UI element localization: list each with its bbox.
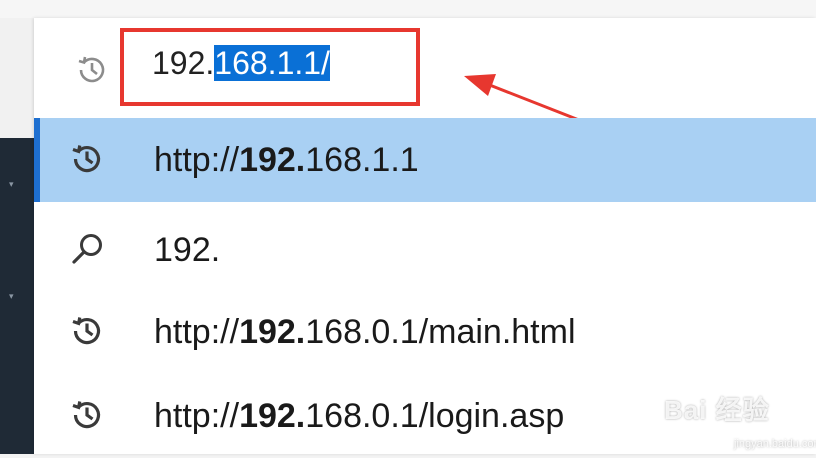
search-icon: [68, 230, 106, 273]
suggestion-text-prefix: http://: [154, 141, 240, 179]
suggestion-item[interactable]: 192.: [34, 208, 816, 292]
suggestion-text-rest: 168.1.1: [305, 141, 419, 179]
history-icon: [74, 52, 110, 93]
suggestion-text-rest: 192.: [154, 231, 221, 269]
chevron-down-icon[interactable]: ▾: [9, 292, 17, 301]
suggestion-text-prefix: http://: [154, 397, 240, 435]
suggestion-text: http://192.168.0.1/main.html: [154, 312, 576, 352]
suggestion-item[interactable]: http://192.168.1.1: [34, 118, 816, 202]
history-icon: [68, 312, 106, 355]
browser-side-panel-dark: ▾ ▾: [0, 138, 34, 454]
suggestion-text: http://192.168.0.1/login.asp: [154, 396, 564, 436]
suggestion-text-match: 192.: [239, 141, 306, 179]
suggestion-text-match: 192.: [239, 313, 306, 351]
suggestion-text: 192.: [154, 230, 220, 270]
suggestion-text-rest: 168.0.1/login.asp: [305, 397, 565, 435]
history-icon: [68, 396, 106, 439]
address-bar[interactable]: 192.168.1.1/: [34, 18, 816, 142]
suggestion-item[interactable]: http://192.168.0.1/main.html: [34, 290, 816, 374]
suggestion-text-prefix: http://: [154, 313, 240, 351]
address-suggestion-dropdown: 192.168.1.1/ http://192.168.1.1 192. http:…: [34, 18, 816, 454]
chevron-down-icon[interactable]: ▾: [9, 180, 17, 189]
history-icon: [68, 140, 106, 183]
browser-side-panel: [0, 18, 34, 138]
suggestion-text: http://192.168.1.1: [154, 140, 419, 180]
watermark-logo: Bai 经验: [664, 395, 770, 425]
watermark-url: jingyan.baidu.com: [734, 438, 816, 450]
suggestion-text-match: 192.: [239, 397, 306, 435]
suggestion-text-rest: 168.0.1/main.html: [305, 313, 576, 351]
annotation-highlight-box: [120, 28, 420, 106]
browser-top-strip: [0, 0, 816, 18]
